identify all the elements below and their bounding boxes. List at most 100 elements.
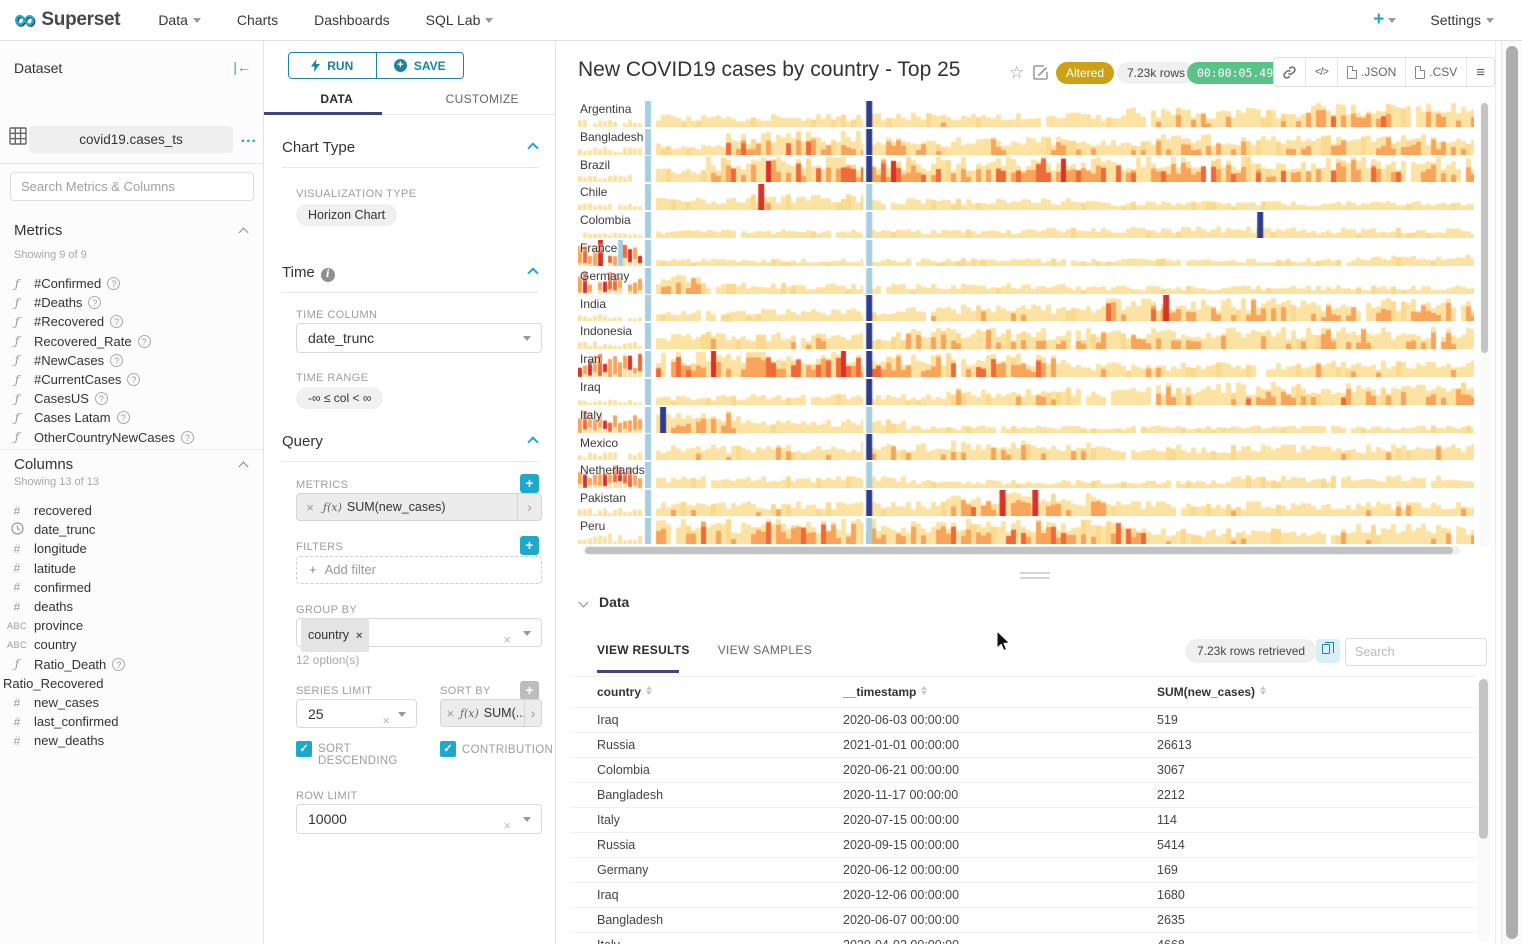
- table-row[interactable]: Bangladesh2020-06-07 00:00:002635: [570, 907, 1476, 932]
- horizon-row-iran[interactable]: Iran: [578, 350, 1474, 378]
- column-header--timestamp[interactable]: __timestamp: [843, 677, 927, 707]
- chevron-right-icon[interactable]: ›: [524, 700, 541, 726]
- nav-item-data[interactable]: Data: [158, 12, 201, 28]
- column-item[interactable]: Ratio_Recovered: [0, 674, 263, 693]
- column-header-sum-new-cases-[interactable]: SUM(new_cases): [1157, 677, 1266, 707]
- menu-icon[interactable]: ≡: [1467, 58, 1494, 86]
- metric-item[interactable]: ƒCasesUS?: [0, 389, 263, 408]
- query-section-header[interactable]: Query: [282, 433, 539, 450]
- table-row[interactable]: Russia2021-01-01 00:00:0026613: [570, 732, 1476, 757]
- panel-resize-handle[interactable]: [1020, 572, 1050, 582]
- horizon-row-france[interactable]: France: [578, 239, 1474, 267]
- column-item[interactable]: #last_confirmed: [0, 712, 263, 731]
- column-item[interactable]: ABCprovince: [0, 616, 263, 635]
- horizon-row-germany[interactable]: Germany: [578, 267, 1474, 295]
- horizon-row-indonesia[interactable]: Indonesia: [578, 322, 1474, 350]
- horizon-row-argentina[interactable]: Argentina: [578, 100, 1474, 128]
- table-row[interactable]: Italy2020-07-15 00:00:00114: [570, 807, 1476, 832]
- horizon-row-peru[interactable]: Peru: [578, 517, 1474, 545]
- column-item[interactable]: #new_cases: [0, 693, 263, 712]
- horizon-row-iraq[interactable]: Iraq: [578, 378, 1474, 406]
- horizon-row-italy[interactable]: Italy: [578, 406, 1474, 434]
- tab-view-samples[interactable]: VIEW SAMPLES: [718, 643, 812, 667]
- sort-icon[interactable]: [921, 686, 927, 696]
- viz-type-value[interactable]: Horizon Chart: [296, 204, 397, 226]
- search-metrics-columns-input[interactable]: [10, 172, 254, 201]
- settings-menu[interactable]: Settings: [1430, 12, 1494, 28]
- metric-item[interactable]: ƒ#Confirmed?: [0, 274, 263, 293]
- horizon-row-india[interactable]: India: [578, 295, 1474, 323]
- metric-item[interactable]: ƒ#NewCases?: [0, 351, 263, 370]
- clear-icon[interactable]: ×: [503, 812, 511, 840]
- sort-by-pill[interactable]: × ƒ(x) SUM(... ›: [440, 699, 542, 727]
- time-range-value[interactable]: -∞ ≤ col < ∞: [296, 387, 383, 409]
- share-link-icon[interactable]: [1274, 58, 1306, 86]
- metric-item[interactable]: ƒCases Latam?: [0, 408, 263, 427]
- column-item[interactable]: ƒRatio_Death?: [0, 655, 263, 674]
- contribution-checkbox[interactable]: ✓: [440, 741, 456, 757]
- tab-view-results[interactable]: VIEW RESULTS: [597, 643, 690, 667]
- table-row[interactable]: Iraq2020-12-06 00:00:001680: [570, 882, 1476, 907]
- chevron-right-icon[interactable]: ›: [517, 494, 541, 520]
- nav-item-dashboards[interactable]: Dashboards: [314, 12, 390, 28]
- save-button[interactable]: + SAVE: [377, 53, 464, 78]
- chart-hscrollbar-thumb[interactable]: [585, 547, 1453, 554]
- horizon-row-brazil[interactable]: Brazil: [578, 156, 1474, 184]
- results-search-input[interactable]: [1345, 638, 1487, 666]
- clear-icon[interactable]: ×: [503, 626, 511, 654]
- dataset-name[interactable]: covid19.cases_ts: [29, 126, 233, 153]
- dataset-more-icon[interactable]: ...: [241, 129, 257, 147]
- series-limit-select[interactable]: 25 ×: [296, 699, 417, 728]
- metric-item[interactable]: ƒ#Deaths?: [0, 293, 263, 312]
- metric-item[interactable]: ƒ#Recovered?: [0, 312, 263, 331]
- sort-icon[interactable]: [646, 686, 652, 696]
- table-vscrollbar-thumb[interactable]: [1479, 679, 1488, 839]
- column-item[interactable]: #confirmed: [0, 578, 263, 597]
- copy-results-button[interactable]: [1316, 639, 1340, 663]
- add-sort-button[interactable]: +: [520, 681, 539, 700]
- horizon-row-netherlands[interactable]: Netherlands: [578, 461, 1474, 489]
- add-new-button[interactable]: +: [1373, 9, 1396, 31]
- embed-code-icon[interactable]: </>: [1306, 58, 1338, 86]
- collapse-columns-icon[interactable]: [239, 462, 249, 472]
- sort-icon[interactable]: [1260, 686, 1266, 696]
- remove-metric-icon[interactable]: ×: [297, 500, 323, 515]
- clear-icon[interactable]: ×: [382, 707, 390, 735]
- horizon-row-bangladesh[interactable]: Bangladesh: [578, 128, 1474, 156]
- page-scrollbar-thumb[interactable]: [1506, 46, 1518, 939]
- chart-type-section-header[interactable]: Chart Type: [282, 139, 539, 156]
- export-json-button[interactable]: .JSON: [1338, 58, 1406, 86]
- sort-descending-checkbox[interactable]: ✓: [296, 741, 312, 757]
- group-by-select[interactable]: country× ×: [296, 618, 542, 647]
- collapse-metrics-icon[interactable]: [239, 228, 249, 238]
- nav-item-sql-lab[interactable]: SQL Lab: [426, 12, 494, 28]
- column-item[interactable]: #recovered: [0, 501, 263, 520]
- chart-vscrollbar-thumb[interactable]: [1481, 103, 1488, 353]
- column-item[interactable]: #deaths: [0, 597, 263, 616]
- column-item[interactable]: #longitude: [0, 539, 263, 558]
- metric-item[interactable]: ƒ#CurrentCases?: [0, 370, 263, 389]
- superset-logo[interactable]: ∞ Superset: [14, 6, 120, 34]
- column-header-country[interactable]: country: [597, 677, 652, 707]
- collapse-sidebar-icon[interactable]: |←: [233, 59, 251, 75]
- remove-tag-icon[interactable]: ×: [356, 630, 362, 642]
- tab-data[interactable]: DATA: [264, 85, 410, 114]
- metric-item[interactable]: ƒRecovered_Rate?: [0, 332, 263, 351]
- horizon-row-colombia[interactable]: Colombia: [578, 211, 1474, 239]
- data-section-header[interactable]: Data: [580, 594, 629, 610]
- tab-customize[interactable]: CUSTOMIZE: [410, 85, 556, 114]
- column-item[interactable]: ABCcountry: [0, 635, 263, 654]
- time-column-select[interactable]: date_trunc: [296, 323, 542, 353]
- metric-pill[interactable]: × ƒ(x) SUM(new_cases) ›: [296, 493, 542, 521]
- time-section-header[interactable]: Timei: [282, 264, 539, 282]
- run-button[interactable]: RUN: [289, 53, 377, 78]
- nav-item-charts[interactable]: Charts: [237, 12, 278, 28]
- add-filter-button[interactable]: +: [520, 536, 539, 555]
- column-item[interactable]: #new_deaths: [0, 731, 263, 750]
- favorite-star-icon[interactable]: ☆: [1009, 63, 1024, 83]
- horizon-row-chile[interactable]: Chile: [578, 183, 1474, 211]
- export-csv-button[interactable]: .CSV: [1406, 58, 1467, 86]
- horizon-chart[interactable]: ArgentinaBangladeshBrazilChileColombiaFr…: [578, 100, 1474, 545]
- add-filter-dropzone[interactable]: +Add filter: [296, 556, 542, 584]
- column-item[interactable]: date_trunc: [0, 520, 263, 539]
